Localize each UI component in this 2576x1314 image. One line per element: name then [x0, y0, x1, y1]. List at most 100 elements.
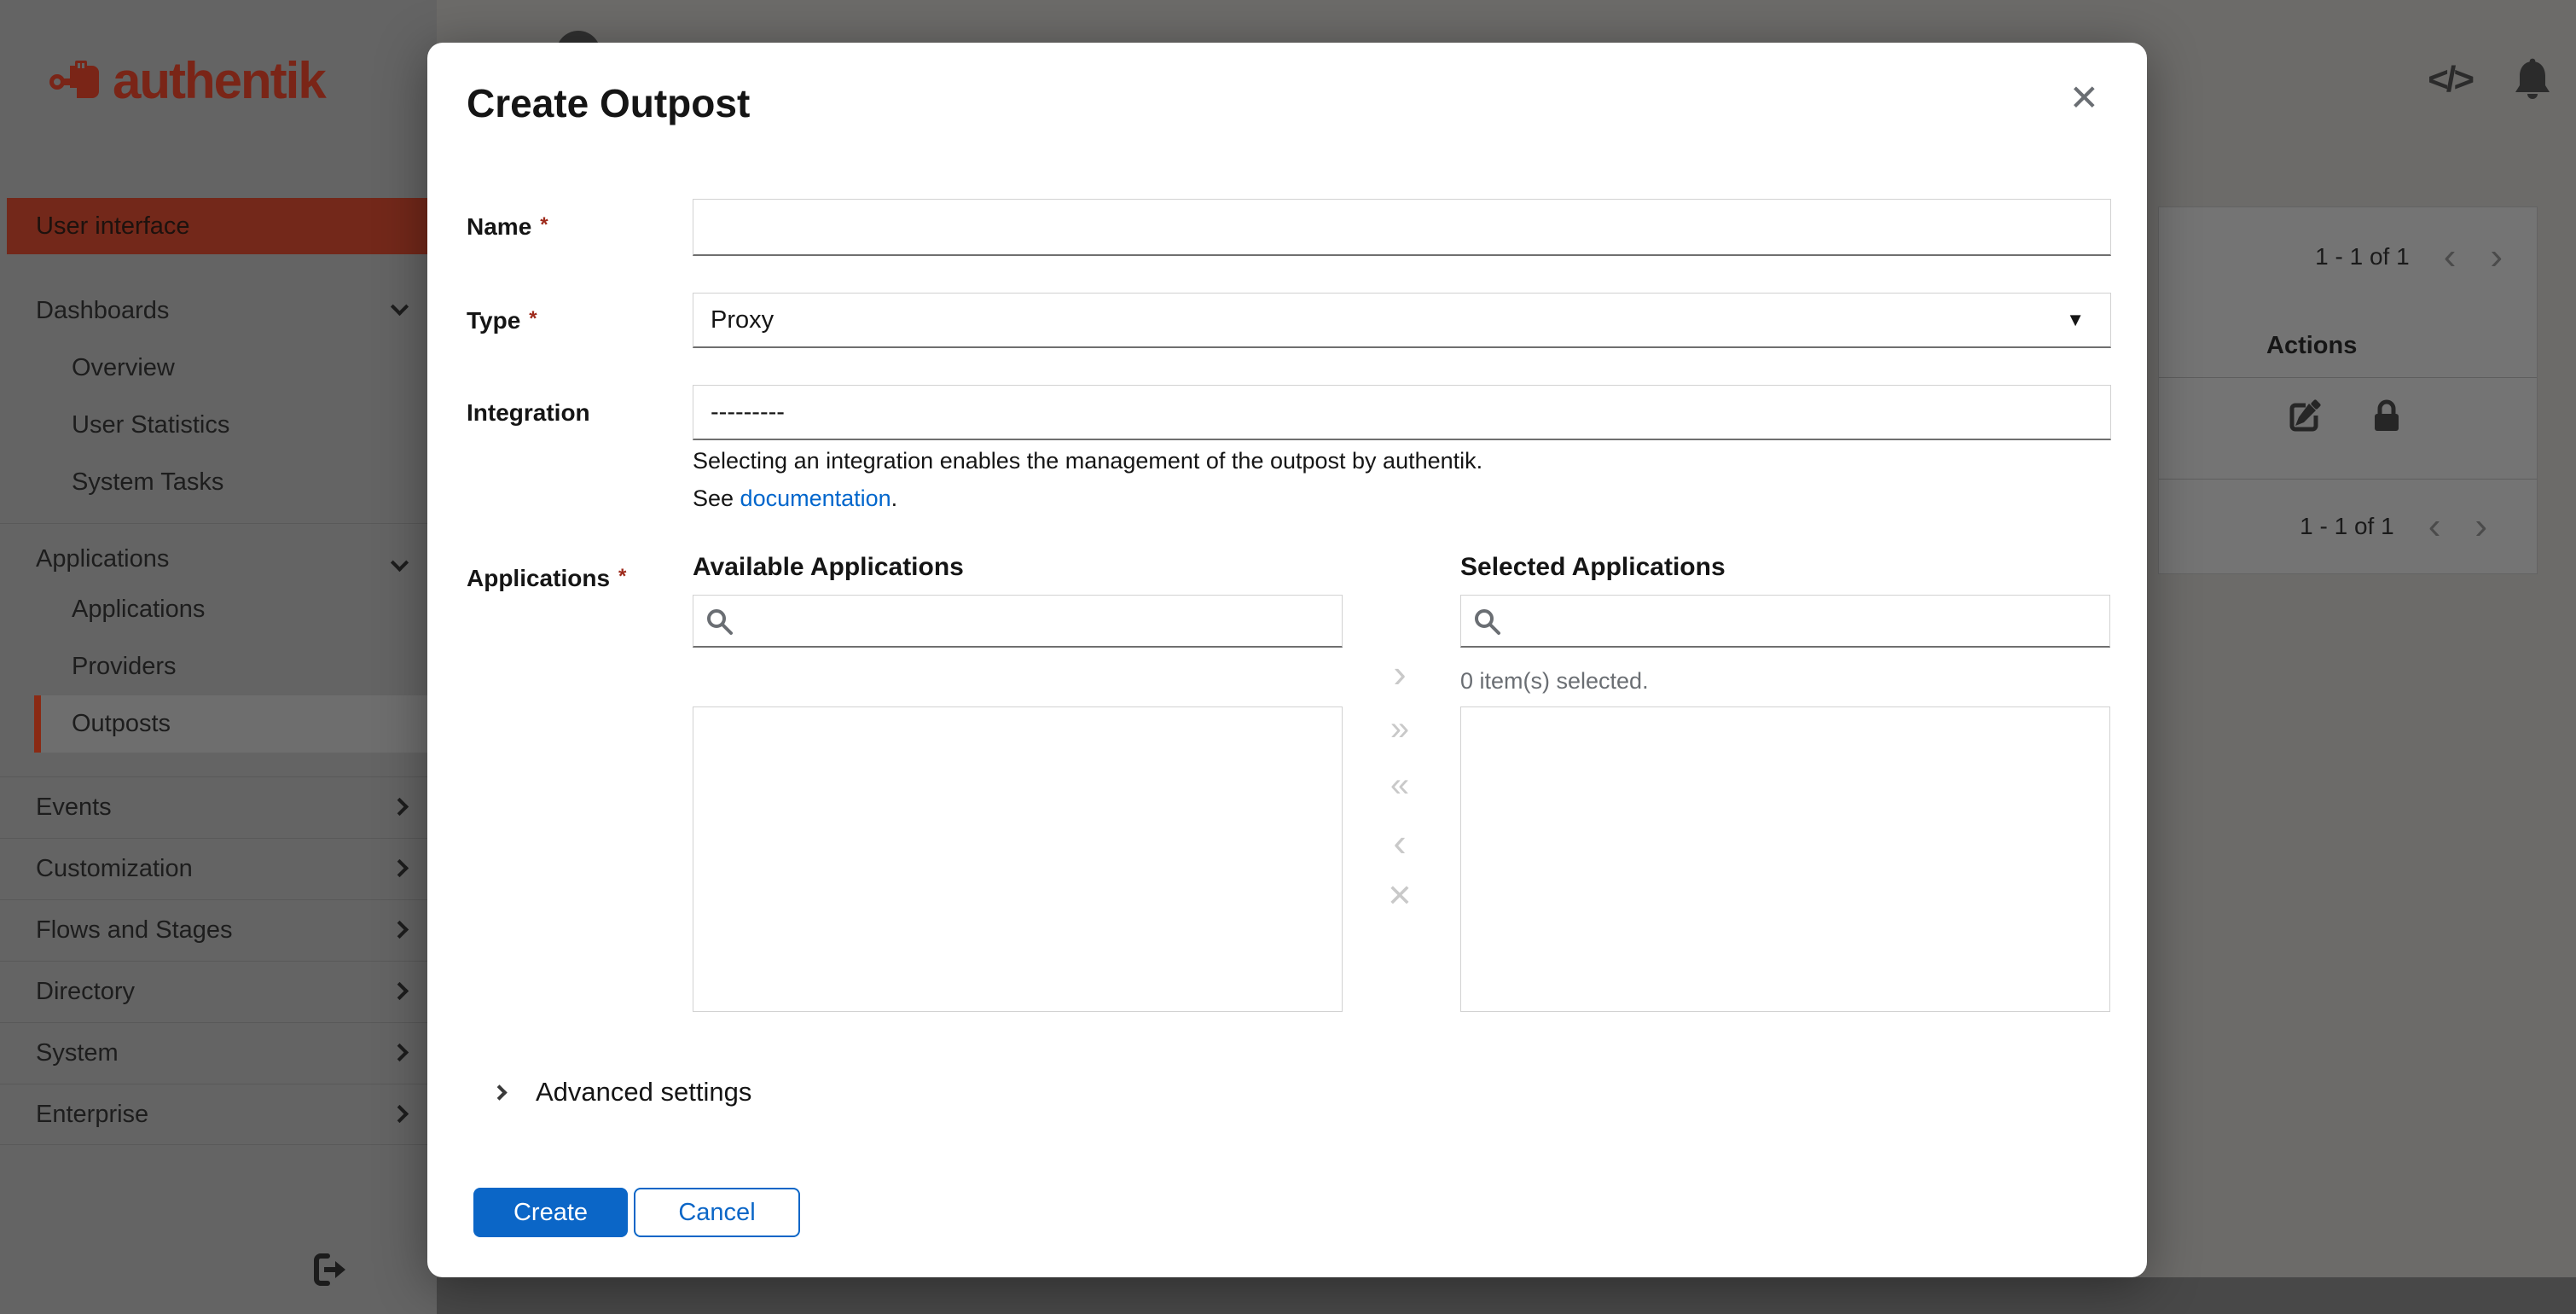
- item-label: User Statistics: [72, 411, 230, 439]
- group-label: Events: [36, 794, 112, 821]
- applications-label: Applications *: [467, 565, 626, 592]
- group-label: Customization: [36, 855, 193, 882]
- selected-applications-title: Selected Applications: [1460, 553, 1726, 581]
- chevron-right-icon: [390, 920, 409, 939]
- move-all-left-icon[interactable]: «: [1370, 768, 1430, 802]
- group-label: Enterprise: [36, 1100, 149, 1128]
- edit-icon[interactable]: [2287, 397, 2324, 434]
- move-selected-left-icon[interactable]: ‹: [1370, 823, 1430, 862]
- table-row-actions: [2287, 397, 2405, 436]
- advanced-settings-toggle[interactable]: Advanced settings: [491, 1077, 751, 1108]
- close-icon[interactable]: ✕: [2069, 77, 2099, 119]
- sidebar-item-user-statistics[interactable]: User Statistics: [34, 397, 430, 454]
- chevron-down-icon: [390, 297, 409, 317]
- label-text: Applications: [467, 565, 611, 591]
- sidebar-group-applications[interactable]: Applications: [0, 523, 437, 581]
- selected-search-input[interactable]: [1460, 595, 2110, 648]
- search-icon: [707, 609, 733, 635]
- chevron-right-icon: [491, 1084, 508, 1101]
- label-text: Type: [467, 307, 521, 334]
- sidebar-group-enterprise[interactable]: Enterprise: [0, 1084, 437, 1145]
- authentik-key-icon: [49, 60, 99, 98]
- move-all-right-icon[interactable]: »: [1370, 712, 1430, 746]
- sign-out-icon[interactable]: [307, 1247, 351, 1292]
- authentik-logo: authentik: [49, 51, 327, 110]
- integration-select[interactable]: ---------: [693, 385, 2111, 440]
- lock-icon[interactable]: [2369, 397, 2405, 436]
- header-icons: </>: [2428, 58, 2552, 101]
- chevron-right-icon: [390, 981, 409, 1001]
- group-label: Applications: [36, 545, 170, 573]
- label-text: Name: [467, 213, 532, 240]
- item-label: Outposts: [72, 710, 171, 737]
- logo-wordmark: authentik: [113, 52, 327, 109]
- sidebar-group-dashboards[interactable]: Dashboards: [0, 282, 437, 340]
- sidebar-item-providers[interactable]: Providers: [34, 638, 430, 695]
- sidebar-item-applications[interactable]: Applications: [34, 581, 430, 638]
- help-text: .: [891, 485, 898, 511]
- pagination-bottom: 1 - 1 of 1 ‹ ›: [2300, 508, 2487, 545]
- modal-title: Create Outpost: [467, 81, 751, 125]
- available-search-input[interactable]: [693, 595, 1343, 648]
- sidebar-item-overview[interactable]: Overview: [34, 340, 430, 397]
- available-applications-listbox[interactable]: [693, 706, 1343, 1012]
- item-label: Providers: [72, 653, 177, 680]
- sidebar-item-user-interface[interactable]: User interface: [7, 198, 430, 254]
- documentation-link[interactable]: documentation: [740, 485, 891, 511]
- pagination-range: 1 - 1 of 1: [2315, 243, 2410, 270]
- sidebar-group-events[interactable]: Events: [0, 776, 437, 838]
- move-selected-right-icon[interactable]: ›: [1370, 654, 1430, 693]
- sidebar-group-system[interactable]: System: [0, 1022, 437, 1084]
- group-label: Dashboards: [36, 296, 170, 324]
- group-label: System: [36, 1039, 119, 1067]
- api-code-icon[interactable]: </>: [2428, 59, 2474, 100]
- sidebar-item-system-tasks[interactable]: System Tasks: [34, 454, 430, 511]
- chevron-right-icon: [390, 858, 409, 878]
- item-label: Applications: [72, 596, 206, 623]
- available-applications-title: Available Applications: [693, 553, 964, 581]
- group-label: Directory: [36, 978, 136, 1005]
- sidebar-group-directory[interactable]: Directory: [0, 961, 437, 1022]
- chevron-right-icon: [390, 1104, 409, 1124]
- create-button[interactable]: Create: [473, 1188, 628, 1237]
- pagination-top: 1 - 1 of 1 ‹ ›: [2315, 238, 2503, 276]
- sidebar-group-customization[interactable]: Customization: [0, 838, 437, 899]
- next-page-icon[interactable]: ›: [2490, 238, 2503, 276]
- select-caret-icon: ▼: [2066, 309, 2085, 330]
- name-field[interactable]: [693, 199, 2111, 256]
- selected-applications-listbox[interactable]: [1460, 706, 2110, 1012]
- previous-page-icon[interactable]: ‹: [2428, 508, 2441, 545]
- selected-count-status: 0 item(s) selected.: [1460, 668, 1649, 694]
- type-label: Type *: [467, 307, 537, 334]
- sidebar-item-outposts[interactable]: Outposts: [34, 695, 430, 753]
- type-select[interactable]: Proxy ▼: [693, 293, 2111, 348]
- clear-selection-icon[interactable]: ✕: [1370, 881, 1430, 911]
- previous-page-icon[interactable]: ‹: [2444, 238, 2457, 276]
- search-icon: [1475, 609, 1500, 635]
- next-page-icon[interactable]: ›: [2474, 508, 2487, 545]
- required-marker: *: [618, 565, 627, 588]
- user-interface-label: User interface: [36, 212, 190, 240]
- table-divider: [2159, 377, 2537, 378]
- chevron-right-icon: [390, 1043, 409, 1062]
- cancel-button[interactable]: Cancel: [634, 1188, 800, 1237]
- actions-column-header: Actions: [2266, 332, 2358, 359]
- group-label: Flows and Stages: [36, 916, 233, 944]
- name-label: Name *: [467, 213, 548, 241]
- help-text: See: [693, 485, 740, 511]
- notification-bell-icon[interactable]: [2513, 58, 2552, 101]
- required-marker: *: [540, 213, 548, 236]
- type-selected-value: Proxy: [711, 305, 775, 334]
- pagination-range: 1 - 1 of 1: [2300, 513, 2394, 539]
- integration-label: Integration: [467, 399, 590, 427]
- integration-help-line2: See documentation.: [693, 481, 897, 515]
- chevron-right-icon: [390, 797, 409, 817]
- page-root: authentik User interface Dashboards Over…: [0, 0, 2576, 1314]
- sidebar: authentik User interface Dashboards Over…: [0, 0, 437, 1314]
- integration-selected-value: ---------: [711, 398, 785, 426]
- table-divider: [2159, 479, 2537, 480]
- sidebar-collapsed-groups: Events Customization Flows and Stages Di…: [0, 776, 437, 1145]
- sidebar-group-flows-and-stages[interactable]: Flows and Stages: [0, 899, 437, 961]
- item-label: Overview: [72, 354, 175, 381]
- item-label: System Tasks: [72, 468, 224, 496]
